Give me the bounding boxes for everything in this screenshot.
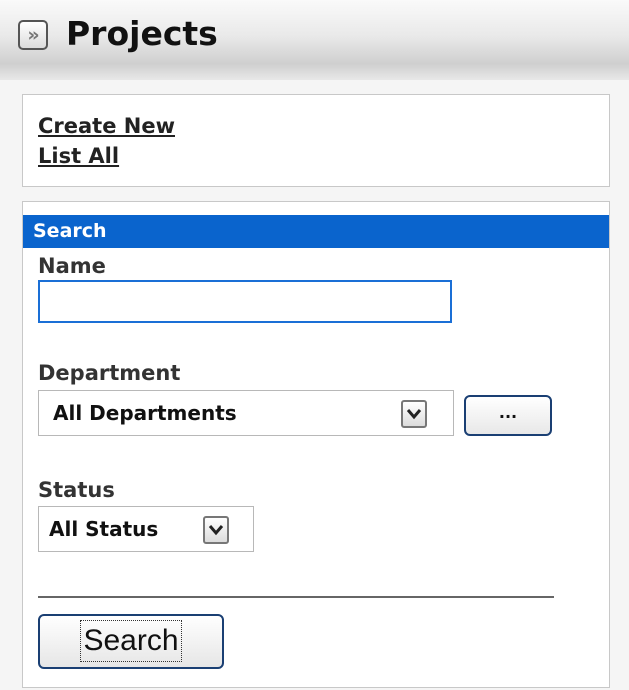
page-header: » Projects bbox=[0, 0, 629, 80]
department-select-value: All Departments bbox=[53, 401, 237, 425]
search-button[interactable]: Search bbox=[38, 614, 224, 669]
browse-departments-button[interactable]: ... bbox=[464, 395, 552, 436]
department-select[interactable]: All Departments bbox=[38, 390, 454, 436]
list-all-link[interactable]: List All bbox=[38, 143, 119, 169]
divider bbox=[38, 596, 554, 598]
page-title: Projects bbox=[66, 14, 218, 53]
search-panel-header: Search bbox=[23, 215, 609, 248]
search-panel: Search Name Department All Departments .… bbox=[22, 201, 610, 688]
create-new-link[interactable]: Create New bbox=[38, 113, 175, 139]
department-label: Department bbox=[38, 361, 181, 385]
search-button-label: Search bbox=[80, 620, 182, 662]
double-chevron-right-icon[interactable]: » bbox=[18, 20, 48, 50]
chevron-down-icon[interactable] bbox=[401, 400, 427, 428]
chevron-down-icon[interactable] bbox=[203, 516, 229, 544]
name-input[interactable] bbox=[38, 280, 452, 323]
status-select-value: All Status bbox=[49, 517, 159, 541]
status-select[interactable]: All Status bbox=[38, 506, 254, 552]
name-label: Name bbox=[38, 254, 106, 278]
status-label: Status bbox=[38, 478, 115, 502]
actions-panel: Create New List All bbox=[22, 94, 610, 187]
